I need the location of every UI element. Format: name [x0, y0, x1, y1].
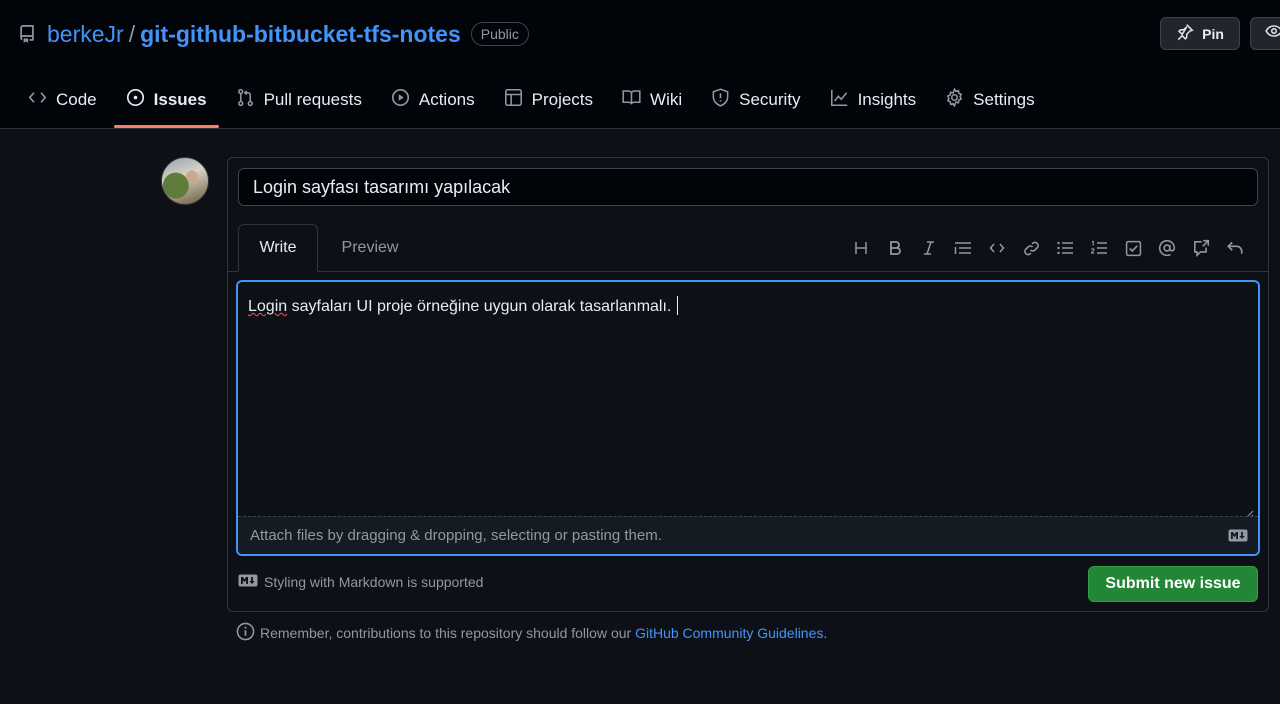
repo-name-link[interactable]: git-github-bitbucket-tfs-notes — [140, 21, 461, 48]
issue-opened-icon — [126, 88, 145, 112]
tab-actions-label: Actions — [418, 90, 475, 109]
tab-write[interactable]: Write — [238, 224, 318, 272]
issue-body-rest: sayfaları UI proje örneğine uygun olarak… — [287, 298, 672, 315]
info-icon — [236, 622, 255, 644]
markdown-icon — [1228, 529, 1248, 546]
unordered-list-icon[interactable] — [1048, 236, 1082, 260]
tab-projects-label: Projects — [531, 90, 594, 109]
repo-header: berkeJr / git-github-bitbucket-tfs-notes… — [0, 0, 1280, 129]
tab-security-label: Security — [739, 90, 801, 109]
tab-code[interactable]: Code — [16, 80, 109, 120]
cross-reference-icon[interactable] — [1184, 236, 1218, 260]
markdown-support-label: Styling with Markdown is supported — [264, 574, 484, 590]
gear-icon — [945, 87, 964, 112]
shield-icon — [711, 88, 730, 112]
tab-projects[interactable]: Projects — [492, 80, 605, 120]
git-pull-request-icon — [236, 88, 255, 112]
tab-actions[interactable]: Actions — [379, 80, 487, 120]
tab-wiki-label: Wiki — [650, 90, 683, 109]
tab-pull-requests[interactable]: Pull requests — [224, 80, 374, 120]
mention-icon[interactable] — [1150, 236, 1184, 260]
notice-suffix: . — [823, 625, 828, 641]
tab-code-label: Code — [56, 90, 97, 109]
link-icon[interactable] — [1014, 236, 1048, 260]
code-icon — [28, 88, 47, 112]
submit-new-issue-button[interactable]: Submit new issue — [1088, 566, 1258, 602]
task-list-icon[interactable] — [1116, 236, 1150, 260]
pin-label: Pin — [1202, 25, 1224, 42]
tab-pull-requests-label: Pull requests — [263, 90, 362, 109]
tab-issues[interactable]: Issues — [113, 80, 219, 128]
attach-files-bar[interactable]: Attach files by dragging & dropping, sel… — [238, 516, 1258, 554]
repo-nav: Code Issues Pull requests Actions Projec… — [16, 80, 1052, 129]
tab-issues-label: Issues — [153, 90, 207, 109]
editor-tabbar: Write Preview — [228, 224, 1268, 272]
graph-icon — [830, 88, 849, 112]
play-icon — [391, 88, 410, 112]
new-issue-form: Write Preview — [227, 157, 1269, 612]
contribution-notice: Remember, contributions to this reposito… — [236, 622, 827, 644]
issue-body-text[interactable]: Login sayfaları UI proje örneğine uygun … — [248, 296, 679, 316]
tab-insights-label: Insights — [857, 90, 917, 109]
avatar — [161, 157, 209, 205]
issue-title-input[interactable] — [238, 168, 1258, 206]
notice-text: Remember, contributions to this reposito… — [260, 625, 636, 641]
form-footer: Styling with Markdown is supported Submi… — [238, 566, 1258, 602]
tab-preview[interactable]: Preview — [330, 224, 410, 272]
misspelled-word: Login — [248, 298, 288, 315]
repo-owner-link[interactable]: berkeJr — [47, 21, 124, 48]
undo-icon[interactable] — [1218, 236, 1252, 260]
pin-icon — [1176, 23, 1194, 44]
tab-settings-label: Settings — [973, 90, 1035, 109]
tab-security[interactable]: Security — [699, 80, 812, 120]
tab-insights[interactable]: Insights — [818, 80, 929, 120]
watch-button[interactable] — [1250, 17, 1280, 50]
repo-icon — [18, 24, 38, 44]
markdown-icon — [238, 574, 258, 590]
tab-settings[interactable]: Settings — [933, 80, 1046, 120]
issue-body-editor[interactable]: Login sayfaları UI proje örneğine uygun … — [236, 280, 1260, 556]
community-guidelines-link[interactable]: GitHub Community Guidelines — [635, 625, 823, 641]
eye-icon — [1265, 22, 1280, 45]
tab-wiki[interactable]: Wiki — [610, 80, 694, 120]
bold-icon[interactable] — [878, 236, 912, 260]
quote-icon[interactable] — [946, 236, 980, 260]
book-icon — [622, 88, 641, 112]
repo-separator: / — [128, 20, 136, 47]
pin-button[interactable]: Pin — [1160, 17, 1240, 50]
table-icon — [504, 88, 523, 112]
visibility-badge: Public — [470, 22, 529, 46]
heading-icon[interactable] — [844, 236, 878, 260]
code-icon[interactable] — [980, 236, 1014, 260]
ordered-list-icon[interactable] — [1082, 236, 1116, 260]
text-cursor — [677, 296, 679, 315]
repo-title-line: berkeJr / git-github-bitbucket-tfs-notes… — [18, 18, 529, 50]
markdown-toolbar — [844, 236, 1252, 260]
attach-files-hint: Attach files by dragging & dropping, sel… — [250, 527, 662, 544]
italic-icon[interactable] — [912, 236, 946, 260]
markdown-support-hint[interactable]: Styling with Markdown is supported — [238, 574, 483, 590]
